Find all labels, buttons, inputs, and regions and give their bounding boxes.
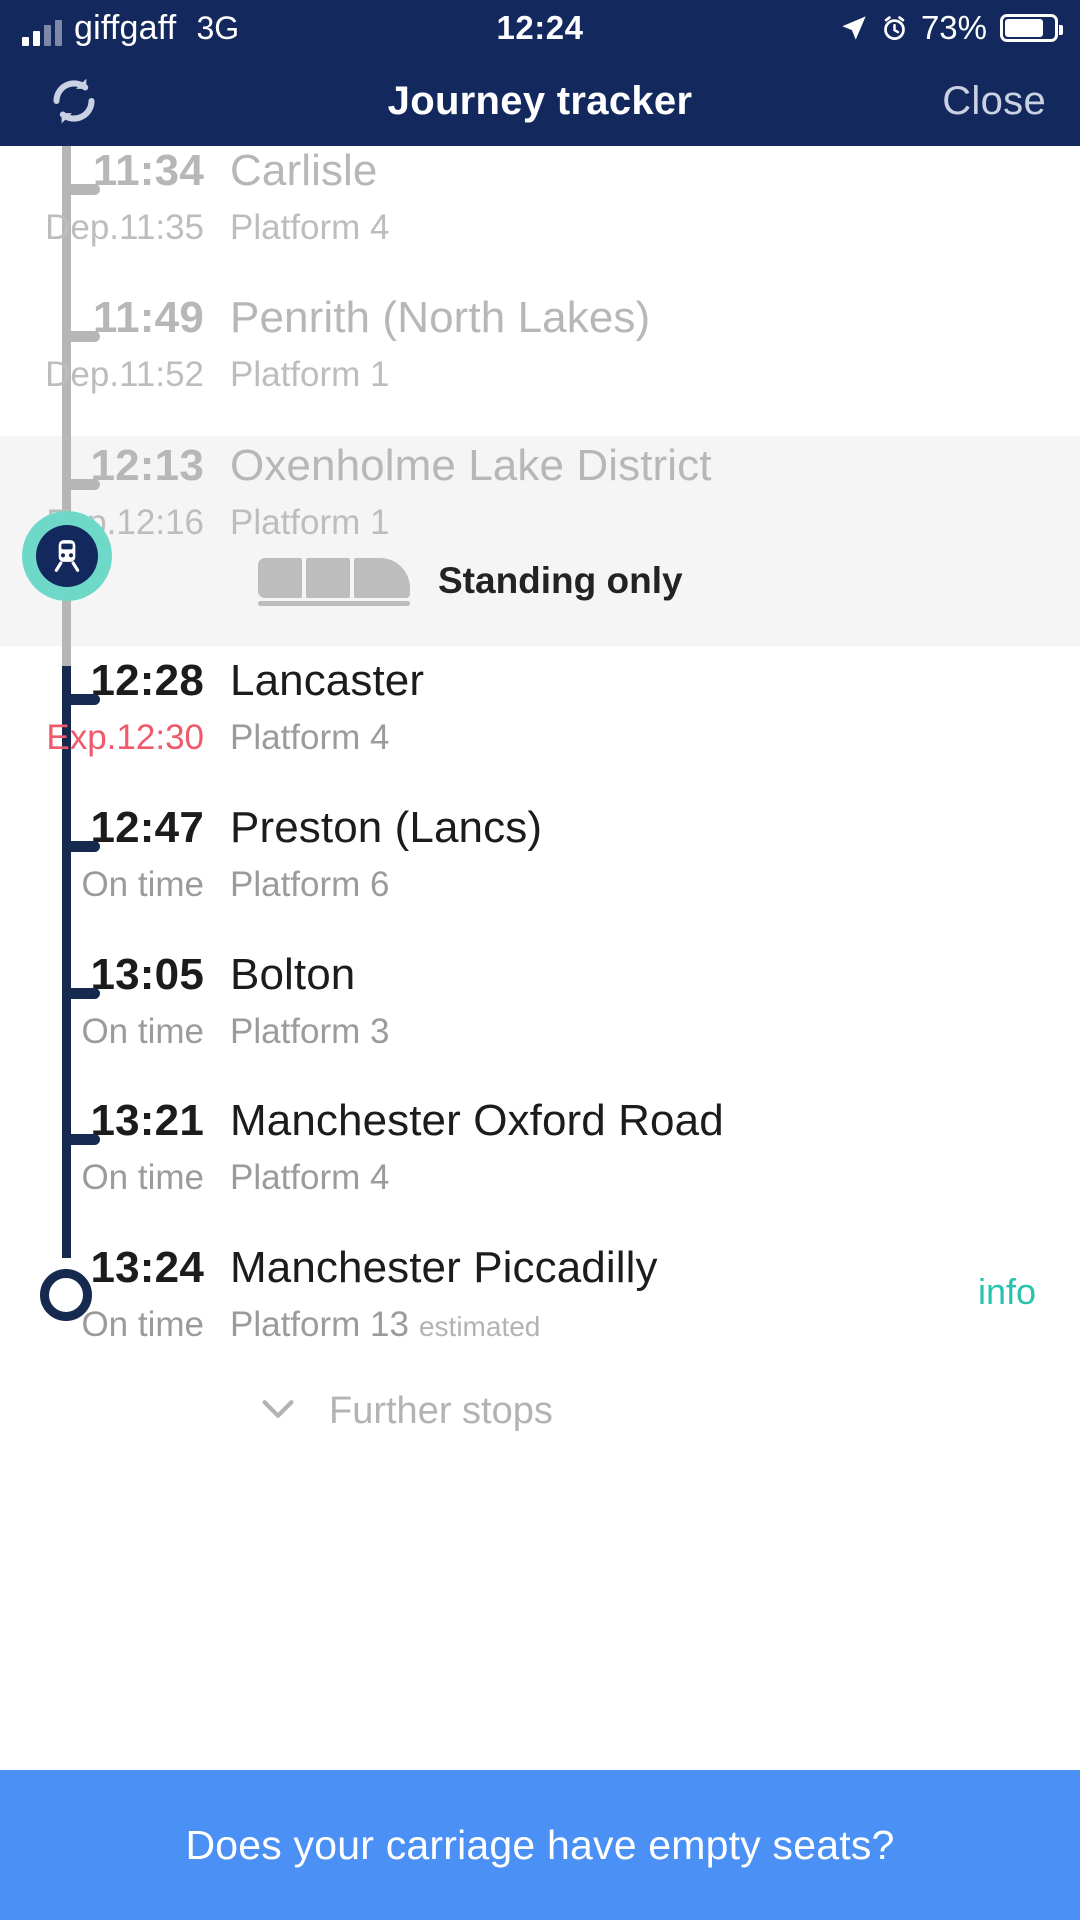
stop-row[interactable]: 11:34 Carlisle Dep.11:35 Platform 4 [0,146,1080,248]
stop-secondary-line: On time Platform 13 estimated [0,1305,1080,1345]
stop-secondary-line: On time Platform 3 [0,1012,1080,1052]
carriage-occupancy: Standing only [258,556,683,606]
status-bar-right: 73% [840,9,1063,47]
stop-secondary-line: Dep.11:52 Platform 1 [0,355,1080,395]
stop-name: Oxenholme Lake District [230,441,712,490]
stop-secondary-line: Dep.11:35 Platform 4 [0,208,1080,248]
page-title: Journey tracker [387,78,693,123]
stop-name: Manchester Oxford Road [230,1096,724,1145]
stop-name: Bolton [230,950,356,999]
stop-platform: Platform 1 [230,355,390,394]
stop-tick-icon [62,694,100,705]
stop-primary-line: 13:24 Manchester Piccadilly [0,1243,1080,1293]
stop-secondary-line: Exp.12:30 Platform 4 [0,718,1080,758]
stop-primary-line: 11:49 Penrith (North Lakes) [0,293,1080,343]
stop-row-terminus[interactable]: 13:24 Manchester Piccadilly On time Plat… [0,1243,1080,1345]
stop-platform: Platform 6 [230,865,390,904]
stop-status: On time [81,1158,204,1197]
stop-tick-icon [62,479,100,490]
stop-primary-line: 12:13 Oxenholme Lake District [0,441,1080,491]
stop-status: On time [81,1305,204,1344]
location-arrow-icon [840,14,868,42]
stop-primary-line: 11:34 Carlisle [0,146,1080,196]
battery-icon [1000,14,1063,42]
stop-name: Lancaster [230,656,425,705]
train-icon [36,525,98,587]
stop-name: Carlisle [230,146,378,195]
battery-percent-label: 73% [920,9,987,46]
stop-time: 12:28 [90,656,204,705]
stop-platform: Platform 1 [230,503,390,542]
stop-time: 11:34 [92,146,204,195]
empty-seats-banner-label: Does your carriage have empty seats? [185,1821,895,1868]
clock-label: 12:24 [496,9,584,46]
stop-tick-icon [62,1134,100,1145]
stop-status: On time [81,1012,204,1051]
stop-time: 13:05 [90,950,204,999]
stop-status: Dep.11:52 [45,355,204,394]
chevron-down-icon [255,1386,301,1437]
stop-primary-line: 12:28 Lancaster [0,656,1080,706]
stop-platform: Platform 4 [230,718,390,757]
info-link[interactable]: info [978,1271,1036,1313]
stop-platform: Platform 4 [230,1158,390,1197]
stop-platform: Platform 13 [230,1305,409,1344]
train-carriage-icon [258,556,410,606]
stop-name: Penrith (North Lakes) [230,293,651,342]
stop-platform-note: estimated [418,1311,541,1342]
stop-name: Preston (Lancs) [230,803,543,852]
stop-time: 13:24 [90,1243,204,1292]
stop-row[interactable]: 13:21 Manchester Oxford Road On time Pla… [0,1096,1080,1198]
stop-secondary-line: On time Platform 6 [0,865,1080,905]
status-bar: giffgaff 3G 12:24 73% [0,0,1080,56]
further-stops-label: Further stops [329,1390,553,1432]
terminus-marker-icon [40,1269,92,1321]
stop-status: Exp.12:30 [46,718,204,757]
train-position-marker [22,511,112,601]
stop-row-current[interactable]: 12:13 Oxenholme Lake District Exp.12:16 … [0,441,1080,543]
stop-time: 13:21 [90,1096,204,1145]
stop-row[interactable]: 12:47 Preston (Lancs) On time Platform 6 [0,803,1080,905]
stop-time: 11:49 [92,293,204,342]
navigation-bar: Journey tracker Close [0,56,1080,146]
stop-tick-icon [62,988,100,999]
stop-tick-icon [62,841,100,852]
stop-primary-line: 13:05 Bolton [0,950,1080,1000]
stop-name: Manchester Piccadilly [230,1243,658,1292]
stop-status: On time [81,865,204,904]
journey-tracker-screen: giffgaff 3G 12:24 73% Journey tracker Cl… [0,0,1080,1920]
close-button[interactable]: Close [942,79,1046,124]
stop-row[interactable]: 11:49 Penrith (North Lakes) Dep.11:52 Pl… [0,293,1080,395]
empty-seats-banner[interactable]: Does your carriage have empty seats? [0,1770,1080,1920]
stop-primary-line: 13:21 Manchester Oxford Road [0,1096,1080,1146]
stop-row[interactable]: 12:28 Lancaster Exp.12:30 Platform 4 [0,656,1080,758]
stop-time: 12:13 [90,441,204,490]
occupancy-label: Standing only [438,560,683,601]
stop-tick-icon [62,184,100,195]
stop-secondary-line: Exp.12:16 Platform 1 [0,503,1080,543]
stop-secondary-line: On time Platform 4 [0,1158,1080,1198]
stop-platform: Platform 4 [230,208,390,247]
further-stops-toggle[interactable]: Further stops [0,1386,1080,1437]
alarm-clock-icon [881,15,908,42]
stop-time: 12:47 [90,803,204,852]
stop-platform: Platform 3 [230,1012,390,1051]
stop-primary-line: 12:47 Preston (Lancs) [0,803,1080,853]
stop-status: Dep.11:35 [45,208,204,247]
journey-list[interactable]: 11:34 Carlisle Dep.11:35 Platform 4 11:4… [0,146,1080,1770]
stop-tick-icon [62,331,100,342]
stop-row[interactable]: 13:05 Bolton On time Platform 3 [0,950,1080,1052]
